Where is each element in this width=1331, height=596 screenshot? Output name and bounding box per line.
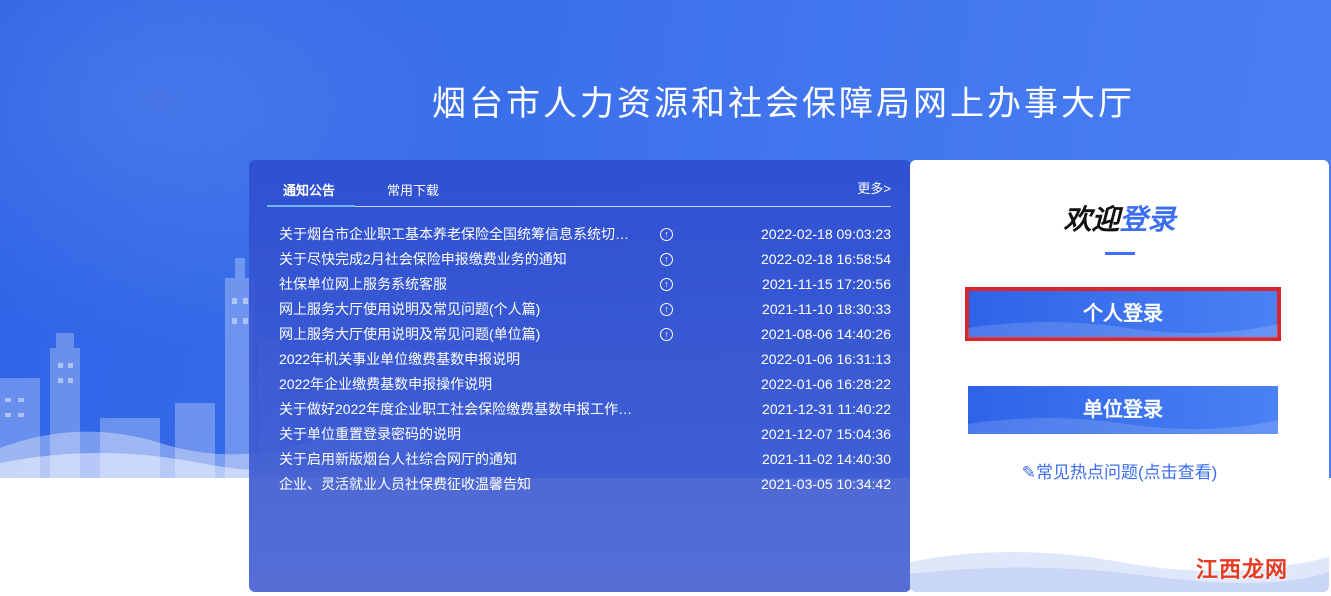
login-panel: 欢迎登录 个人登录 单位登录 ✎常见热点问题(点击查看)	[910, 160, 1329, 592]
notice-item[interactable]: 关于启用新版烟台人社综合网厅的通知 2021-11-02 14:40:30	[279, 449, 891, 474]
active-tab-indicator	[267, 205, 355, 207]
notice-item[interactable]: 关于烟台市企业职工基本养老保险全国统筹信息系统切… ↑ 2022-02-18 0…	[279, 224, 891, 249]
notice-date: 2022-01-06 16:28:22	[761, 376, 891, 392]
notice-date: 2021-11-10 18:30:33	[762, 301, 891, 317]
tab-notices[interactable]: 通知公告	[283, 180, 335, 199]
more-link[interactable]: 更多>	[857, 178, 891, 197]
notice-item[interactable]: 企业、灵活就业人员社保费征收温馨告知 2021-03-05 10:34:42	[279, 474, 891, 499]
notice-item[interactable]: 关于单位重置登录密码的说明 2021-12-07 15:04:36	[279, 424, 891, 449]
watermark-char: 西	[1219, 557, 1243, 582]
watermark-char: 龙网	[1242, 557, 1289, 582]
welcome-text: 欢迎	[1063, 204, 1120, 235]
pin-up-icon: ↑	[660, 278, 673, 291]
welcome-underline	[1105, 252, 1135, 255]
notice-title[interactable]: 2022年机关事业单位缴费基数申报说明	[279, 349, 659, 370]
pin-up-icon: ↑	[660, 303, 673, 316]
notice-title[interactable]: 网上服务大厅使用说明及常见问题(个人篇)	[279, 299, 659, 320]
faq-link[interactable]: ✎常见热点问题(点击查看)	[910, 458, 1329, 483]
notice-title[interactable]: 2022年企业缴费基数申报操作说明	[279, 374, 659, 395]
notice-list: 关于烟台市企业职工基本养老保险全国统筹信息系统切… ↑ 2022-02-18 0…	[279, 224, 891, 499]
unit-login-button[interactable]: 单位登录	[968, 386, 1278, 434]
notice-date: 2021-12-07 15:04:36	[761, 426, 891, 442]
notice-date: 2022-02-18 16:58:54	[761, 251, 891, 267]
notice-item[interactable]: 2022年企业缴费基数申报操作说明 2022-01-06 16:28:22	[279, 374, 891, 399]
notice-item[interactable]: 网上服务大厅使用说明及常见问题(单位篇) ↑ 2021-08-06 14:40:…	[279, 324, 891, 349]
notice-item[interactable]: 关于做好2022年度企业职工社会保险缴费基数申报工作… 2021-12-31 1…	[279, 399, 891, 424]
page-title: 烟台市人力资源和社会保障局网上办事大厅	[432, 84, 1135, 124]
notice-item[interactable]: 2022年机关事业单位缴费基数申报说明 2022-01-06 16:31:13	[279, 349, 891, 374]
faq-label: 常见热点问题(点击查看)	[1035, 463, 1218, 482]
notice-date: 2022-02-18 09:03:23	[761, 226, 891, 242]
pin-up-icon: ↑	[660, 253, 673, 266]
notice-date: 2022-01-06 16:31:13	[761, 351, 891, 367]
notice-title[interactable]: 关于启用新版烟台人社综合网厅的通知	[279, 449, 659, 470]
notice-title[interactable]: 网上服务大厅使用说明及常见问题(单位篇)	[279, 324, 659, 345]
watermark-char: 江	[1196, 557, 1220, 582]
notice-panel: 通知公告 常用下载 更多> 关于烟台市企业职工基本养老保险全国统筹信息系统切… …	[249, 160, 911, 592]
personal-login-label: 个人登录	[1083, 303, 1163, 325]
notice-title[interactable]: 企业、灵活就业人员社保费征收温馨告知	[279, 474, 659, 495]
welcome-heading: 欢迎登录	[910, 198, 1329, 238]
notice-date: 2021-03-05 10:34:42	[761, 476, 891, 492]
pin-up-icon: ↑	[660, 328, 673, 341]
site-watermark: 江西龙网	[1196, 552, 1288, 584]
notice-title[interactable]: 关于烟台市企业职工基本养老保险全国统筹信息系统切…	[279, 224, 659, 245]
notice-date: 2021-12-31 11:40:22	[762, 401, 891, 417]
notice-date: 2021-11-15 17:20:56	[762, 276, 891, 292]
pin-up-icon: ↑	[660, 228, 673, 241]
notice-item[interactable]: 社保单位网上服务系统客服 ↑ 2021-11-15 17:20:56	[279, 274, 891, 299]
notice-title[interactable]: 关于单位重置登录密码的说明	[279, 424, 659, 445]
notice-title[interactable]: 关于做好2022年度企业职工社会保险缴费基数申报工作…	[279, 399, 659, 420]
notice-title[interactable]: 关于尽快完成2月社会保险申报缴费业务的通知	[279, 249, 659, 270]
notice-tabs: 通知公告 常用下载	[267, 174, 891, 207]
personal-login-button[interactable]: 个人登录	[965, 287, 1281, 341]
tab-downloads[interactable]: 常用下载	[387, 180, 439, 199]
notice-date: 2021-11-02 14:40:30	[762, 451, 891, 467]
notice-title[interactable]: 社保单位网上服务系统客服	[279, 274, 659, 295]
notice-date: 2021-08-06 14:40:26	[761, 326, 891, 342]
paperclip-icon: ✎	[1021, 463, 1036, 482]
notice-item[interactable]: 网上服务大厅使用说明及常见问题(个人篇) ↑ 2021-11-10 18:30:…	[279, 299, 891, 324]
notice-item[interactable]: 关于尽快完成2月社会保险申报缴费业务的通知 ↑ 2022-02-18 16:58…	[279, 249, 891, 274]
login-text: 登录	[1119, 204, 1176, 235]
unit-login-label: 单位登录	[1083, 399, 1163, 421]
